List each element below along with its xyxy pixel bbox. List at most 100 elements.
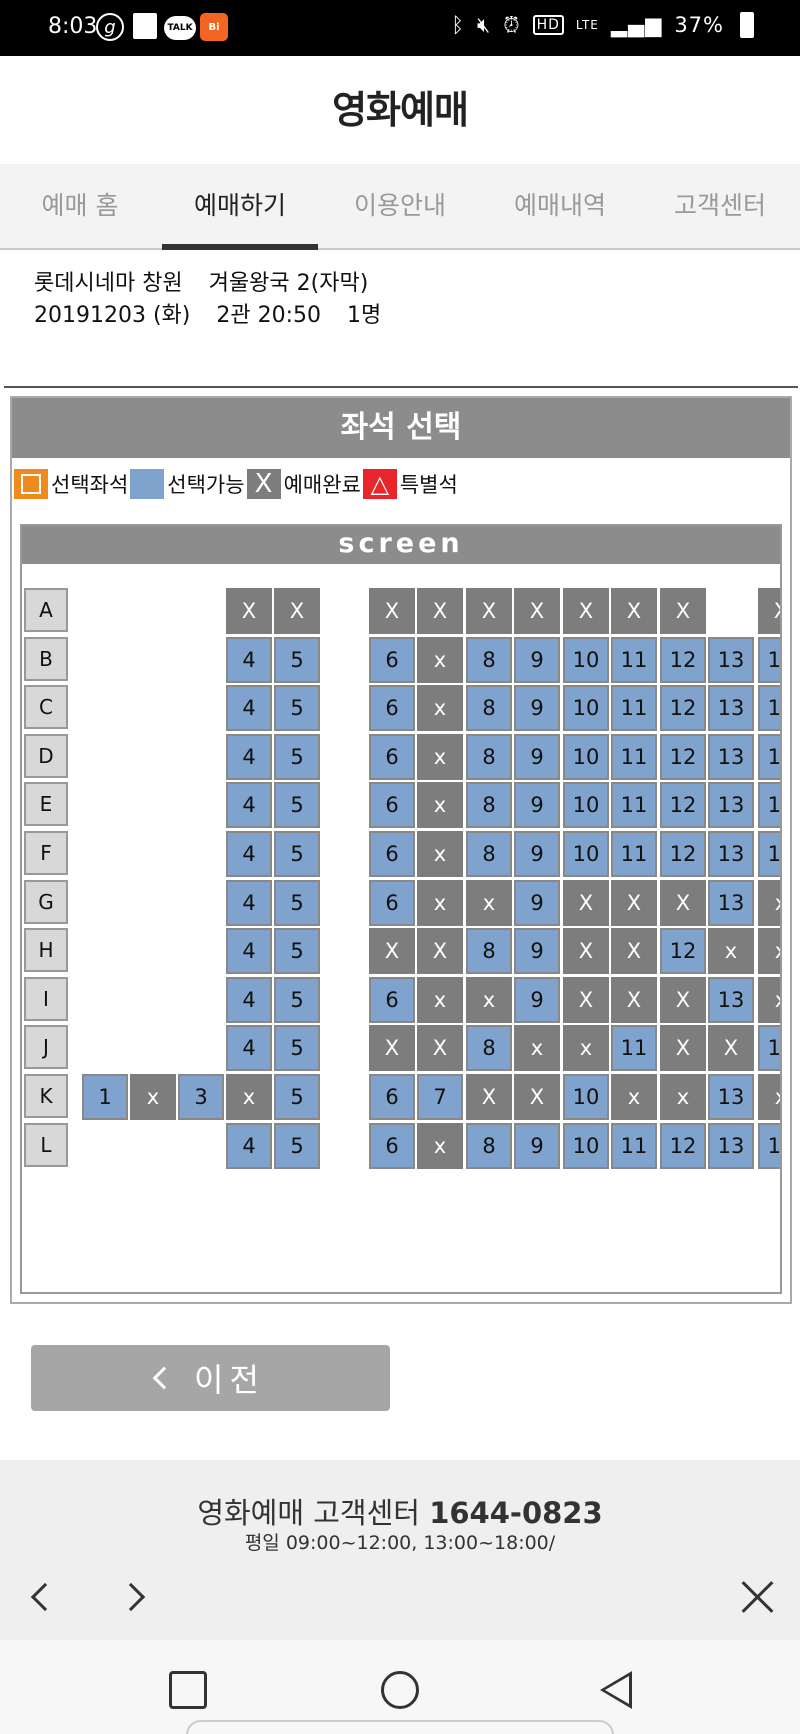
seat-available[interactable]: 13 [708, 831, 754, 877]
seat-available[interactable]: 11 [611, 831, 657, 877]
seat-available[interactable]: 10 [563, 734, 609, 780]
seat-available[interactable]: 11 [611, 734, 657, 780]
seat-available[interactable]: 12 [660, 734, 706, 780]
seat-available[interactable]: 11 [611, 1025, 657, 1071]
seat-available[interactable]: 13 [708, 734, 754, 780]
seat-available[interactable]: 9 [514, 637, 560, 683]
seat-available[interactable]: 5 [274, 637, 320, 683]
seat-available[interactable]: 5 [274, 1123, 320, 1169]
seat-available[interactable]: 1 [82, 1074, 128, 1120]
seat-available[interactable]: 11 [611, 782, 657, 828]
seat-available[interactable]: 11 [611, 637, 657, 683]
seat-available[interactable]: 12 [660, 1123, 706, 1169]
seat-available[interactable]: 5 [274, 782, 320, 828]
seat-available[interactable]: 13 [708, 782, 754, 828]
seat-available[interactable]: 13 [708, 1123, 754, 1169]
seat-available[interactable]: 5 [274, 831, 320, 877]
tab-support[interactable]: 고객센터 [640, 164, 800, 248]
seat-available[interactable]: 11 [611, 1123, 657, 1169]
home-handle[interactable] [186, 1720, 614, 1734]
seat-available[interactable]: 8 [466, 782, 512, 828]
seat-available[interactable]: 9 [514, 880, 560, 926]
seat-available[interactable]: 6 [369, 977, 415, 1023]
browser-back-button[interactable] [2, 1553, 88, 1641]
seat-available[interactable]: 7 [417, 1074, 463, 1120]
seat-available[interactable]: 4 [226, 1025, 272, 1071]
seat-available[interactable]: 4 [226, 637, 272, 683]
seat-available[interactable]: 8 [466, 637, 512, 683]
seat-available[interactable]: 4 [226, 977, 272, 1023]
seat-available[interactable]: 6 [369, 1123, 415, 1169]
seat-available[interactable]: 9 [514, 734, 560, 780]
seat-available[interactable]: 14 [758, 1123, 780, 1169]
tab-booking[interactable]: 예매하기 [160, 164, 320, 250]
seat-available[interactable]: 13 [708, 1074, 754, 1120]
seat-available[interactable]: 13 [708, 685, 754, 731]
seat-available[interactable]: 6 [369, 880, 415, 926]
seat-available[interactable]: 5 [274, 977, 320, 1023]
seat-available[interactable]: 8 [466, 1025, 512, 1071]
recents-button[interactable] [158, 1660, 218, 1720]
seat-available[interactable]: 9 [514, 782, 560, 828]
seat-available[interactable]: 5 [274, 1025, 320, 1071]
seat-available[interactable]: 5 [274, 685, 320, 731]
browser-forward-button[interactable] [88, 1553, 174, 1641]
seat-available[interactable]: 10 [563, 637, 609, 683]
seat-available[interactable]: 13 [708, 977, 754, 1023]
seat-available[interactable]: 9 [514, 928, 560, 974]
seat-available[interactable]: 5 [274, 880, 320, 926]
seat-available[interactable]: 8 [466, 1123, 512, 1169]
seat-available[interactable]: 4 [226, 734, 272, 780]
seat-available[interactable]: 12 [660, 782, 706, 828]
seat-available[interactable]: 4 [226, 782, 272, 828]
seat-available[interactable]: 4 [226, 1123, 272, 1169]
seat-available[interactable]: 6 [369, 782, 415, 828]
seat-available[interactable]: 5 [274, 734, 320, 780]
seat-available[interactable]: 12 [660, 928, 706, 974]
seat-available[interactable]: 8 [466, 685, 512, 731]
seat-available[interactable]: 5 [274, 928, 320, 974]
seat-available[interactable]: 6 [369, 637, 415, 683]
back-button[interactable] [586, 1660, 646, 1720]
seat-available[interactable]: 8 [466, 734, 512, 780]
seat-available[interactable]: 6 [369, 831, 415, 877]
seat-available[interactable]: 9 [514, 831, 560, 877]
seat-available[interactable]: 9 [514, 977, 560, 1023]
seat-available[interactable]: 6 [369, 685, 415, 731]
seat-available[interactable]: 4 [226, 928, 272, 974]
seat-available[interactable]: 13 [708, 880, 754, 926]
prev-button[interactable]: 이전 [31, 1345, 390, 1411]
seat-available[interactable]: 9 [514, 1123, 560, 1169]
seat-available[interactable]: 10 [563, 782, 609, 828]
seat-available[interactable]: 14 [758, 1025, 780, 1071]
seat-available[interactable]: 12 [660, 685, 706, 731]
seat-available[interactable]: 14 [758, 685, 780, 731]
seat-available[interactable]: 12 [660, 831, 706, 877]
seat-available[interactable]: 13 [708, 637, 754, 683]
browser-close-button[interactable] [714, 1553, 800, 1641]
seat-available[interactable]: 6 [369, 1074, 415, 1120]
seat-available[interactable]: 10 [563, 1123, 609, 1169]
seat-available[interactable]: 12 [660, 637, 706, 683]
seat-available[interactable]: 4 [226, 685, 272, 731]
home-button[interactable] [370, 1660, 430, 1720]
seat-available[interactable]: 3 [178, 1074, 224, 1120]
seat-available[interactable]: 14 [758, 782, 780, 828]
tab-guide[interactable]: 이용안내 [320, 164, 480, 248]
cs-phone[interactable]: 1644-0823 [429, 1496, 602, 1530]
seat-available[interactable]: 14 [758, 637, 780, 683]
seat-available[interactable]: 11 [611, 685, 657, 731]
seat-available[interactable]: 9 [514, 685, 560, 731]
seat-available[interactable]: 10 [563, 685, 609, 731]
seat-available[interactable]: 4 [226, 831, 272, 877]
seat-available[interactable]: 8 [466, 831, 512, 877]
seat-available[interactable]: 5 [274, 1074, 320, 1120]
seat-available[interactable]: 8 [466, 928, 512, 974]
seat-available[interactable]: 10 [563, 1074, 609, 1120]
seat-available[interactable]: 10 [563, 831, 609, 877]
seat-available[interactable]: 4 [226, 880, 272, 926]
tab-home[interactable]: 예매 홈 [0, 164, 160, 248]
seat-available[interactable]: 14 [758, 734, 780, 780]
seat-available[interactable]: 14 [758, 831, 780, 877]
tab-history[interactable]: 예매내역 [480, 164, 640, 248]
